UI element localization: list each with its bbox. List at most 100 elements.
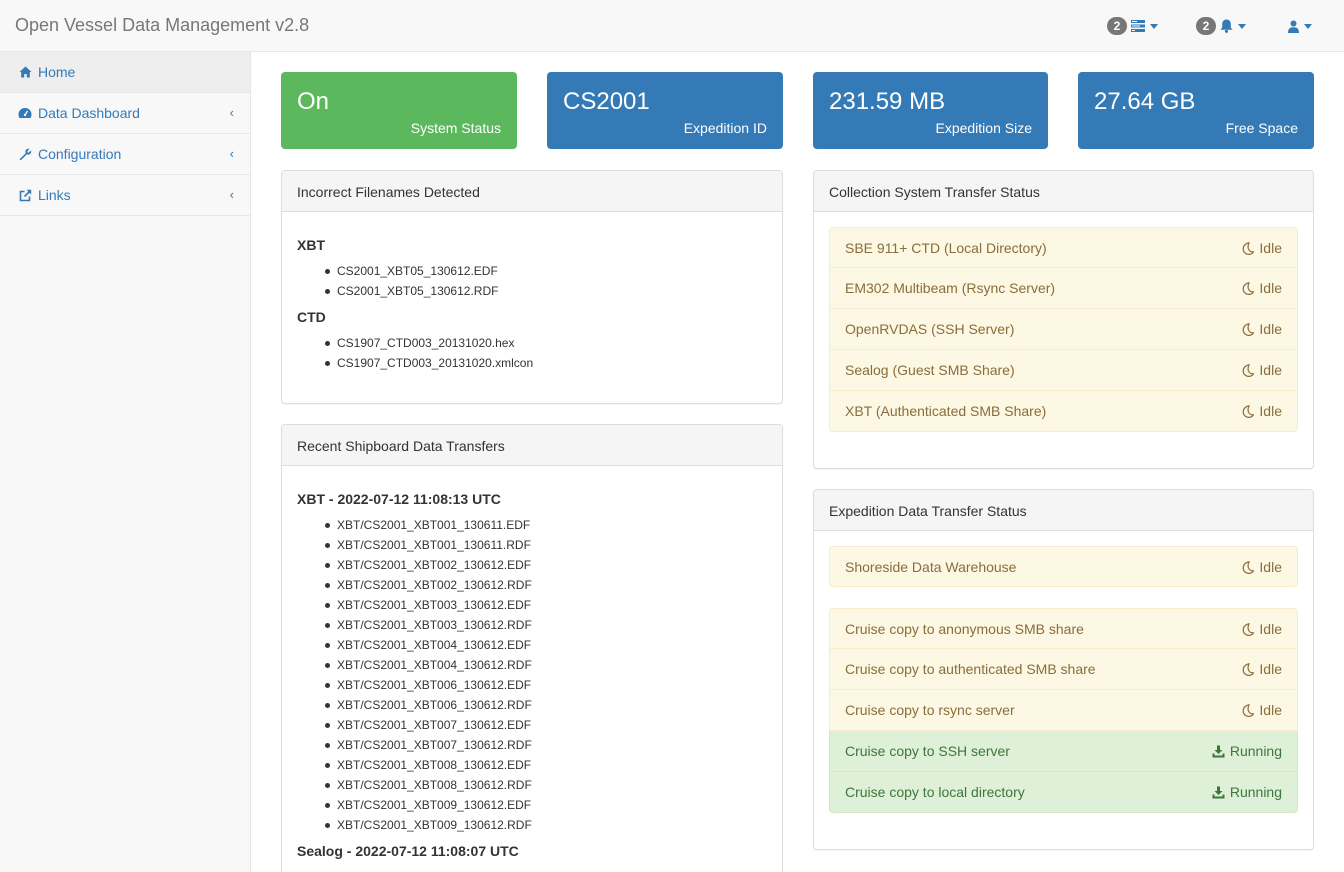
sidebar-item-home[interactable]: Home [0,52,250,93]
file-item: XBT/CS2001_XBT008_130612.EDF [325,755,767,775]
transfer-status: Idle [1259,240,1282,256]
transfer-status: Idle [1259,362,1282,378]
list-item[interactable]: XBT (Authenticated SMB Share) Idle [829,391,1298,432]
sidebar-item-configuration[interactable]: Configuration ‹ [0,134,250,175]
transfer-name: OpenRVDAS (SSH Server) [845,321,1015,337]
list-item[interactable]: Cruise copy to SSH server Running [829,731,1298,772]
file-item: XBT/CS2001_XBT004_130612.RDF [325,655,767,675]
panel-title: Collection System Transfer Status [814,171,1313,212]
chevron-down-icon [1304,23,1312,29]
moon-icon [1243,703,1255,717]
dashboard-icon [17,105,33,121]
file-item: XBT/CS2001_XBT003_130612.EDF [325,595,767,615]
sidebar-item-label: Links [38,187,71,203]
file-group-title: XBT [297,237,325,253]
sidebar-item-label: Data Dashboard [38,105,140,121]
transfer-status: Idle [1259,621,1282,637]
sidebar-item-data-dashboard[interactable]: Data Dashboard ‹ [0,93,250,134]
list-item[interactable]: SBE 911+ CTD (Local Directory) Idle [829,227,1298,268]
warehouse-status-list: Shoreside Data Warehouse Idle [829,546,1298,587]
list-item[interactable]: Cruise copy to authenticated SMB share I… [829,649,1298,690]
chevron-down-icon [1150,23,1158,29]
transfer-name: Cruise copy to local directory [845,784,1025,800]
system-status-value: On [297,88,330,115]
file-item: XBT/CS2001_XBT001_130611.EDF [325,515,767,535]
wrench-icon [17,146,33,162]
transfer-status: Idle [1259,661,1282,677]
list-item[interactable]: Cruise copy to rsync server Idle [829,690,1298,731]
system-status-box: On System Status [281,72,517,149]
recent-transfers-panel: Recent Shipboard Data Transfers XBT - 20… [281,424,783,872]
tasks-dropdown[interactable]: 2 [1107,16,1158,36]
expedition-size-box: 231.59 MB Expedition Size [813,72,1048,149]
file-list: CS1907_CTD003_20131020.hex CS1907_CTD003… [325,333,767,373]
list-item[interactable]: EM302 Multibeam (Rsync Server) Idle [829,268,1298,309]
moon-icon [1243,404,1255,418]
list-item[interactable]: Shoreside Data Warehouse Idle [829,546,1298,587]
list-item[interactable]: Sealog (Guest SMB Share) Idle [829,350,1298,391]
transfer-status: Running [1229,784,1282,800]
sidebar: Home Data Dashboard ‹ Configuration ‹ Li… [0,52,251,872]
transfer-status: Idle [1259,280,1282,296]
file-list: CS2001_XBT05_130612.EDF CS2001_XBT05_130… [325,261,767,301]
panel-title: Expedition Data Transfer Status [814,490,1313,531]
transfer-group-title: Sealog - 2022-07-12 11:08:07 UTC [297,843,519,859]
transfer-name: Cruise copy to authenticated SMB share [845,661,1096,677]
panel-title: Incorrect Filenames Detected [282,171,782,212]
download-icon [1212,786,1225,798]
expedition-status-panel: Expedition Data Transfer Status Shoresid… [813,489,1314,850]
expedition-id-box: CS2001 Expedition ID [547,72,783,149]
sidebar-item-links[interactable]: Links ‹ [0,175,250,216]
moon-icon [1243,363,1255,377]
file-item: XBT/CS2001_XBT002_130612.EDF [325,555,767,575]
transfer-name: EM302 Multibeam (Rsync Server) [845,280,1056,296]
file-item: CS2001_XBT05_130612.EDF [325,261,767,281]
chevron-left-icon: ‹ [229,146,234,161]
file-item: XBT/CS2001_XBT002_130612.RDF [325,575,767,595]
external-link-icon [17,187,33,203]
file-item: XBT/CS2001_XBT007_130612.EDF [325,715,767,735]
top-navbar: Open Vessel Data Management v2.8 2 2 [0,0,1344,52]
home-icon [17,64,33,80]
file-item: XBT/CS2001_XBT009_130612.EDF [325,795,767,815]
file-item: XBT/CS2001_XBT006_130612.RDF [325,695,767,715]
panel-title: Recent Shipboard Data Transfers [282,425,782,466]
moon-icon [1243,662,1255,676]
moon-icon [1243,281,1255,295]
transfer-group-title: XBT - 2022-07-12 11:08:13 UTC [297,491,501,507]
file-item: XBT/CS2001_XBT008_130612.RDF [325,775,767,795]
expedition-size-label: Expedition Size [935,120,1032,136]
download-icon [1212,745,1225,757]
collection-status-list: SBE 911+ CTD (Local Directory) Idle EM30… [829,227,1298,432]
free-space-box: 27.64 GB Free Space [1078,72,1314,149]
list-item[interactable]: OpenRVDAS (SSH Server) Idle [829,309,1298,350]
transfer-name: SBE 911+ CTD (Local Directory) [845,239,1047,256]
tasks-count-badge: 2 [1107,17,1127,35]
expedition-id-value: CS2001 [563,88,650,115]
bell-icon [1220,19,1233,33]
app-title[interactable]: Open Vessel Data Management v2.8 [15,15,309,36]
system-status-label: System Status [410,120,501,136]
alerts-dropdown[interactable]: 2 [1196,16,1246,36]
list-item[interactable]: Cruise copy to local directory Running [829,772,1298,813]
transfer-name: Cruise copy to anonymous SMB share [845,620,1084,637]
file-item: CS2001_XBT05_130612.RDF [325,281,767,301]
sidebar-item-label: Configuration [38,146,122,162]
user-dropdown[interactable] [1288,16,1312,36]
transfer-name: Cruise copy to SSH server [845,743,1010,759]
chevron-left-icon: ‹ [229,187,234,202]
file-item: XBT/CS2001_XBT001_130611.RDF [325,535,767,555]
collection-status-panel: Collection System Transfer Status SBE 91… [813,170,1314,469]
file-group-title: CTD [297,309,326,325]
tasks-icon [1131,20,1145,32]
chevron-left-icon: ‹ [229,105,234,120]
transfer-name: Shoreside Data Warehouse [845,558,1017,575]
file-item: XBT/CS2001_XBT003_130612.RDF [325,615,767,635]
cruise-copy-status-list: Cruise copy to anonymous SMB share Idle … [829,608,1298,813]
file-item: CS1907_CTD003_20131020.xmlcon [325,353,767,373]
transfer-status: Idle [1259,559,1282,575]
list-item[interactable]: Cruise copy to anonymous SMB share Idle [829,608,1298,649]
file-item: XBT/CS2001_XBT004_130612.EDF [325,635,767,655]
file-item: XBT/CS2001_XBT007_130612.RDF [325,735,767,755]
transfer-status: Idle [1259,321,1282,337]
